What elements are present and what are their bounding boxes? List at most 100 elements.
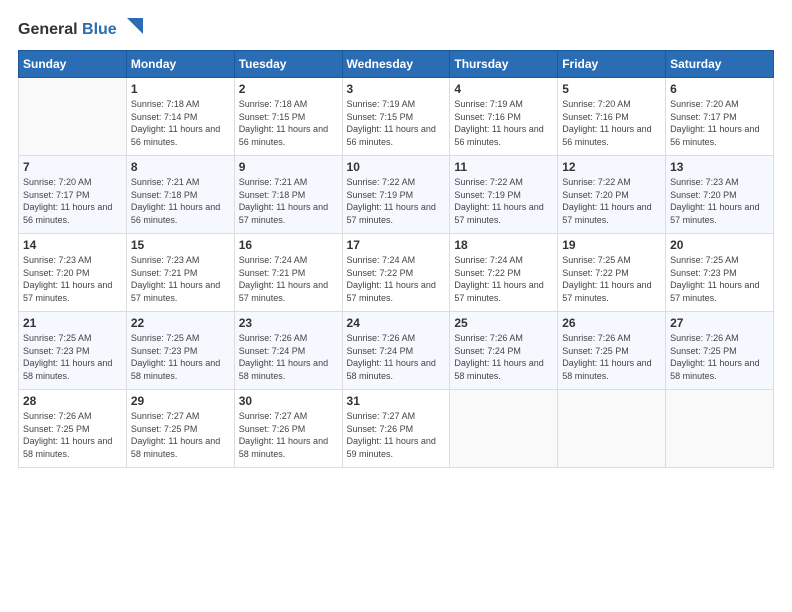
week-row-1: 1 Sunrise: 7:18 AMSunset: 7:14 PMDaylight… — [19, 78, 774, 156]
day-detail: Sunrise: 7:27 AMSunset: 7:25 PMDaylight:… — [131, 410, 230, 460]
day-number: 11 — [454, 160, 553, 174]
calendar-cell — [558, 390, 666, 468]
day-detail: Sunrise: 7:18 AMSunset: 7:14 PMDaylight:… — [131, 98, 230, 148]
day-detail: Sunrise: 7:24 AMSunset: 7:22 PMDaylight:… — [454, 254, 553, 304]
day-number: 25 — [454, 316, 553, 330]
calendar-cell: 4 Sunrise: 7:19 AMSunset: 7:16 PMDaylight… — [450, 78, 558, 156]
weekday-header-row: SundayMondayTuesdayWednesdayThursdayFrid… — [19, 51, 774, 78]
day-number: 18 — [454, 238, 553, 252]
calendar-cell: 28 Sunrise: 7:26 AMSunset: 7:25 PMDayligh… — [19, 390, 127, 468]
weekday-header-monday: Monday — [126, 51, 234, 78]
day-number: 21 — [23, 316, 122, 330]
page: General Blue SundayMondayTuesdayWednesda… — [0, 0, 792, 478]
calendar-cell: 18 Sunrise: 7:24 AMSunset: 7:22 PMDayligh… — [450, 234, 558, 312]
day-number: 28 — [23, 394, 122, 408]
weekday-header-saturday: Saturday — [666, 51, 774, 78]
calendar-cell: 15 Sunrise: 7:23 AMSunset: 7:21 PMDayligh… — [126, 234, 234, 312]
day-number: 16 — [239, 238, 338, 252]
day-number: 3 — [347, 82, 446, 96]
weekday-header-sunday: Sunday — [19, 51, 127, 78]
calendar-cell: 1 Sunrise: 7:18 AMSunset: 7:14 PMDaylight… — [126, 78, 234, 156]
day-detail: Sunrise: 7:21 AMSunset: 7:18 PMDaylight:… — [239, 176, 338, 226]
day-detail: Sunrise: 7:24 AMSunset: 7:21 PMDaylight:… — [239, 254, 338, 304]
calendar-cell: 16 Sunrise: 7:24 AMSunset: 7:21 PMDayligh… — [234, 234, 342, 312]
calendar-cell: 2 Sunrise: 7:18 AMSunset: 7:15 PMDaylight… — [234, 78, 342, 156]
day-number: 7 — [23, 160, 122, 174]
calendar-cell: 24 Sunrise: 7:26 AMSunset: 7:24 PMDayligh… — [342, 312, 450, 390]
day-detail: Sunrise: 7:22 AMSunset: 7:19 PMDaylight:… — [454, 176, 553, 226]
calendar-cell — [19, 78, 127, 156]
calendar-cell: 31 Sunrise: 7:27 AMSunset: 7:26 PMDayligh… — [342, 390, 450, 468]
day-detail: Sunrise: 7:20 AMSunset: 7:17 PMDaylight:… — [670, 98, 769, 148]
calendar-cell: 7 Sunrise: 7:20 AMSunset: 7:17 PMDaylight… — [19, 156, 127, 234]
day-number: 1 — [131, 82, 230, 96]
calendar-cell: 21 Sunrise: 7:25 AMSunset: 7:23 PMDayligh… — [19, 312, 127, 390]
calendar-cell: 30Sunrise: 7:27 AMSunset: 7:26 PMDayligh… — [234, 390, 342, 468]
day-detail: Sunrise: 7:26 AMSunset: 7:24 PMDaylight:… — [347, 332, 446, 382]
day-number: 20 — [670, 238, 769, 252]
day-number: 26 — [562, 316, 661, 330]
day-number: 9 — [239, 160, 338, 174]
day-number: 8 — [131, 160, 230, 174]
day-number: 23 — [239, 316, 338, 330]
day-number: 27 — [670, 316, 769, 330]
weekday-header-tuesday: Tuesday — [234, 51, 342, 78]
calendar-cell: 11 Sunrise: 7:22 AMSunset: 7:19 PMDayligh… — [450, 156, 558, 234]
calendar-cell: 5 Sunrise: 7:20 AMSunset: 7:16 PMDaylight… — [558, 78, 666, 156]
week-row-4: 21 Sunrise: 7:25 AMSunset: 7:23 PMDayligh… — [19, 312, 774, 390]
week-row-5: 28 Sunrise: 7:26 AMSunset: 7:25 PMDayligh… — [19, 390, 774, 468]
day-number: 31 — [347, 394, 446, 408]
calendar-cell: 29 Sunrise: 7:27 AMSunset: 7:25 PMDayligh… — [126, 390, 234, 468]
calendar-cell: 3 Sunrise: 7:19 AMSunset: 7:15 PMDaylight… — [342, 78, 450, 156]
day-number: 12 — [562, 160, 661, 174]
day-detail: Sunrise: 7:24 AMSunset: 7:22 PMDaylight:… — [347, 254, 446, 304]
day-number: 17 — [347, 238, 446, 252]
calendar-cell: 20 Sunrise: 7:25 AMSunset: 7:23 PMDayligh… — [666, 234, 774, 312]
calendar-cell: 12Sunrise: 7:22 AMSunset: 7:20 PMDayligh… — [558, 156, 666, 234]
day-detail: Sunrise: 7:26 AMSunset: 7:24 PMDaylight:… — [454, 332, 553, 382]
day-detail: Sunrise: 7:27 AMSunset: 7:26 PMDaylight:… — [347, 410, 446, 460]
day-detail: Sunrise: 7:25 AMSunset: 7:22 PMDaylight:… — [562, 254, 661, 304]
day-detail: Sunrise: 7:25 AMSunset: 7:23 PMDaylight:… — [23, 332, 122, 382]
header: General Blue — [18, 18, 774, 42]
weekday-header-friday: Friday — [558, 51, 666, 78]
calendar-cell: 27 Sunrise: 7:26 AMSunset: 7:25 PMDayligh… — [666, 312, 774, 390]
weekday-header-wednesday: Wednesday — [342, 51, 450, 78]
day-number: 29 — [131, 394, 230, 408]
day-detail: Sunrise: 7:20 AMSunset: 7:16 PMDaylight:… — [562, 98, 661, 148]
day-number: 24 — [347, 316, 446, 330]
day-number: 5 — [562, 82, 661, 96]
day-detail: Sunrise: 7:26 AMSunset: 7:25 PMDaylight:… — [562, 332, 661, 382]
day-number: 14 — [23, 238, 122, 252]
calendar-cell — [666, 390, 774, 468]
day-detail: Sunrise: 7:19 AMSunset: 7:16 PMDaylight:… — [454, 98, 553, 148]
calendar-cell: 9 Sunrise: 7:21 AMSunset: 7:18 PMDaylight… — [234, 156, 342, 234]
day-detail: Sunrise: 7:26 AMSunset: 7:25 PMDaylight:… — [23, 410, 122, 460]
day-number: 4 — [454, 82, 553, 96]
calendar-cell: 6Sunrise: 7:20 AMSunset: 7:17 PMDaylight… — [666, 78, 774, 156]
day-number: 10 — [347, 160, 446, 174]
calendar-cell: 10 Sunrise: 7:22 AMSunset: 7:19 PMDayligh… — [342, 156, 450, 234]
week-row-2: 7 Sunrise: 7:20 AMSunset: 7:17 PMDaylight… — [19, 156, 774, 234]
calendar-cell: 22Sunrise: 7:25 AMSunset: 7:23 PMDayligh… — [126, 312, 234, 390]
logo-triangle-icon — [119, 14, 147, 42]
day-detail: Sunrise: 7:26 AMSunset: 7:24 PMDaylight:… — [239, 332, 338, 382]
day-detail: Sunrise: 7:25 AMSunset: 7:23 PMDaylight:… — [670, 254, 769, 304]
weekday-header-thursday: Thursday — [450, 51, 558, 78]
day-detail: Sunrise: 7:19 AMSunset: 7:15 PMDaylight:… — [347, 98, 446, 148]
day-number: 2 — [239, 82, 338, 96]
calendar-cell: 14 Sunrise: 7:23 AMSunset: 7:20 PMDayligh… — [19, 234, 127, 312]
day-detail: Sunrise: 7:23 AMSunset: 7:20 PMDaylight:… — [23, 254, 122, 304]
day-number: 19 — [562, 238, 661, 252]
calendar-cell: 8 Sunrise: 7:21 AMSunset: 7:18 PMDaylight… — [126, 156, 234, 234]
day-detail: Sunrise: 7:20 AMSunset: 7:17 PMDaylight:… — [23, 176, 122, 226]
day-detail: Sunrise: 7:18 AMSunset: 7:15 PMDaylight:… — [239, 98, 338, 148]
day-detail: Sunrise: 7:22 AMSunset: 7:19 PMDaylight:… — [347, 176, 446, 226]
day-detail: Sunrise: 7:23 AMSunset: 7:21 PMDaylight:… — [131, 254, 230, 304]
day-detail: Sunrise: 7:27 AMSunset: 7:26 PMDaylight:… — [239, 410, 338, 460]
day-detail: Sunrise: 7:21 AMSunset: 7:18 PMDaylight:… — [131, 176, 230, 226]
day-number: 15 — [131, 238, 230, 252]
logo: General Blue — [18, 18, 147, 42]
day-detail: Sunrise: 7:26 AMSunset: 7:25 PMDaylight:… — [670, 332, 769, 382]
calendar-cell: 19 Sunrise: 7:25 AMSunset: 7:22 PMDayligh… — [558, 234, 666, 312]
